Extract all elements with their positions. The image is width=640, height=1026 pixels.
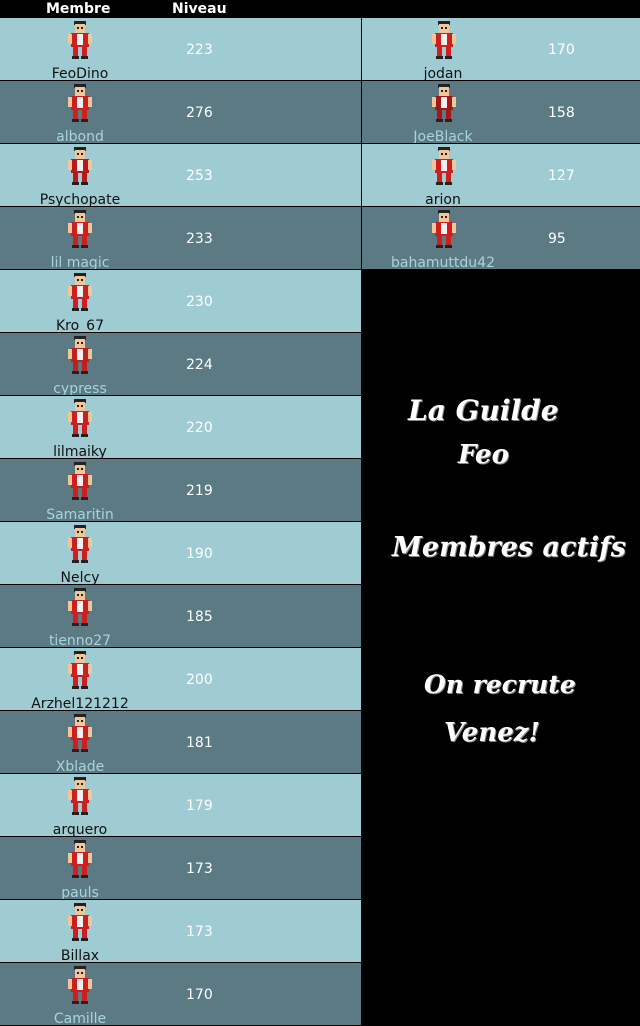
member-name: Kro_67 bbox=[55, 318, 104, 332]
member-level: 230 bbox=[186, 294, 213, 310]
character-avatar-icon bbox=[60, 775, 100, 817]
member-level: 276 bbox=[186, 105, 213, 121]
character-avatar-icon bbox=[60, 19, 100, 61]
member-level: 170 bbox=[548, 42, 575, 58]
member-level: 127 bbox=[548, 168, 575, 184]
member-name: Samaritin bbox=[46, 507, 114, 521]
member-level: 179 bbox=[186, 798, 213, 814]
member-level: 185 bbox=[186, 609, 213, 625]
member-name: Arzhel121212 bbox=[31, 696, 129, 710]
character-avatar-icon bbox=[424, 145, 464, 187]
member-level: 190 bbox=[186, 546, 213, 562]
character-avatar-icon bbox=[60, 523, 100, 565]
character-avatar-icon bbox=[424, 208, 464, 250]
member-row: Samaritin 219 bbox=[0, 459, 361, 521]
member-row: FeoDino 223 bbox=[0, 18, 361, 80]
banner-subtitle: Membres actifs bbox=[392, 532, 626, 563]
member-row: lil magic 233 bbox=[0, 207, 361, 269]
member-row: Arzhel121212 200 bbox=[0, 648, 361, 710]
member-level: 253 bbox=[186, 168, 213, 184]
member-row: Xblade 181 bbox=[0, 711, 361, 773]
character-avatar-icon bbox=[60, 145, 100, 187]
member-level: 173 bbox=[186, 924, 213, 940]
character-avatar-icon bbox=[60, 901, 100, 943]
member-row: tienno27 185 bbox=[0, 585, 361, 647]
column-divider bbox=[361, 18, 362, 268]
member-name: arquero bbox=[52, 822, 108, 836]
member-name: Billax bbox=[60, 948, 100, 962]
member-level: 158 bbox=[548, 105, 575, 121]
banner-call: Venez! bbox=[444, 718, 540, 748]
character-avatar-icon bbox=[60, 334, 100, 376]
member-level: 95 bbox=[548, 231, 566, 247]
banner-title-line1: La Guilde bbox=[408, 394, 559, 427]
member-name: bahamuttdu42 bbox=[391, 255, 495, 269]
character-avatar-icon bbox=[60, 271, 100, 313]
member-row: Kro_67 230 bbox=[0, 270, 361, 332]
member-name: pauls bbox=[61, 885, 99, 899]
member-level: 173 bbox=[186, 861, 213, 877]
member-name: JoeBlack bbox=[413, 129, 473, 143]
member-name: arion bbox=[425, 192, 461, 206]
member-row: Psychopate 253 bbox=[0, 144, 361, 206]
member-name: Xblade bbox=[55, 759, 105, 773]
member-name: tienno27 bbox=[48, 633, 112, 647]
member-row: Billax 173 bbox=[0, 900, 361, 962]
character-avatar-icon bbox=[60, 649, 100, 691]
table-header: Membre Niveau bbox=[0, 0, 360, 18]
member-row: albond 276 bbox=[0, 81, 361, 143]
member-name: Nelcy bbox=[60, 570, 100, 584]
member-name: cypress bbox=[53, 381, 107, 395]
member-name: lil magic bbox=[50, 255, 110, 269]
member-row: jodan 170 bbox=[362, 18, 640, 80]
member-row: arion 127 bbox=[362, 144, 640, 206]
character-avatar-icon bbox=[60, 964, 100, 1006]
character-avatar-icon bbox=[60, 586, 100, 628]
level-column-header: Niveau bbox=[172, 1, 227, 17]
member-level: 200 bbox=[186, 672, 213, 688]
character-avatar-icon bbox=[60, 82, 100, 124]
member-level: 223 bbox=[186, 42, 213, 58]
member-name: Psychopate bbox=[39, 192, 121, 206]
character-avatar-icon bbox=[424, 82, 464, 124]
guild-banner: La Guilde Feo Membres actifs On recrute … bbox=[362, 270, 640, 1024]
character-avatar-icon bbox=[60, 838, 100, 880]
member-row: lilmaiky 220 bbox=[0, 396, 361, 458]
member-level: 220 bbox=[186, 420, 213, 436]
member-row: Nelcy 190 bbox=[0, 522, 361, 584]
member-row: Camille 170 bbox=[0, 963, 361, 1025]
member-column-header: Membre bbox=[46, 1, 111, 17]
member-row: arquero 179 bbox=[0, 774, 361, 836]
member-name: lilmaiky bbox=[53, 444, 107, 458]
member-name: jodan bbox=[423, 66, 463, 80]
member-name: FeoDino bbox=[51, 66, 109, 80]
member-level: 224 bbox=[186, 357, 213, 373]
member-row: pauls 173 bbox=[0, 837, 361, 899]
banner-title-line2: Feo bbox=[458, 440, 509, 470]
character-avatar-icon bbox=[60, 397, 100, 439]
member-row: cypress 224 bbox=[0, 333, 361, 395]
member-name: Camille bbox=[53, 1011, 107, 1025]
character-avatar-icon bbox=[424, 19, 464, 61]
member-level: 219 bbox=[186, 483, 213, 499]
member-level: 233 bbox=[186, 231, 213, 247]
character-avatar-icon bbox=[60, 712, 100, 754]
left-member-list: FeoDino 223 albond 276 Psychopate 253 lil magi… bbox=[0, 18, 361, 1026]
banner-recruit: On recrute bbox=[424, 670, 576, 699]
member-level: 170 bbox=[186, 987, 213, 1003]
right-member-list: jodan 170 JoeBlack 158 arion 127 bahamuttdu42 9… bbox=[362, 18, 640, 270]
member-row: bahamuttdu42 95 bbox=[362, 207, 640, 269]
character-avatar-icon bbox=[60, 460, 100, 502]
member-row: JoeBlack 158 bbox=[362, 81, 640, 143]
member-level: 181 bbox=[186, 735, 213, 751]
character-avatar-icon bbox=[60, 208, 100, 250]
member-name: albond bbox=[56, 129, 104, 143]
